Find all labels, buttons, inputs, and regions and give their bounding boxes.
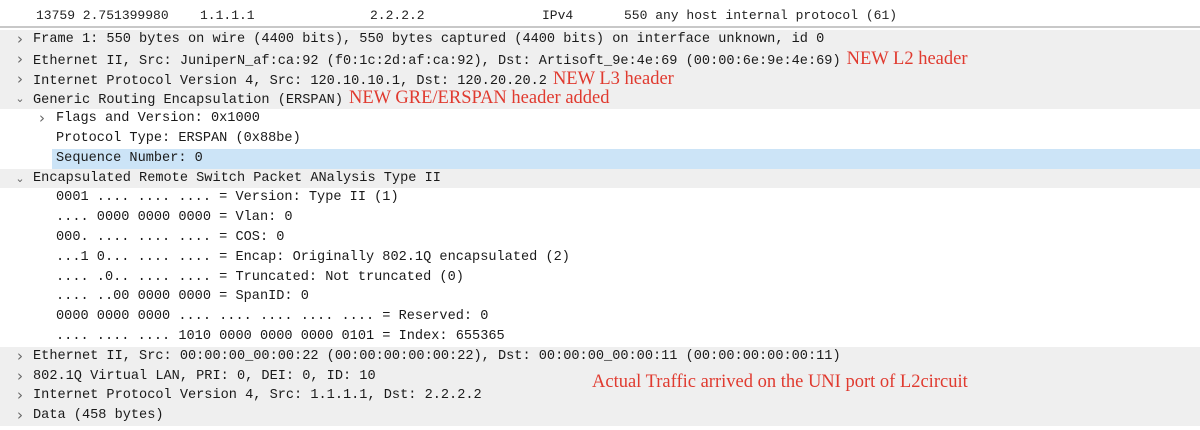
tree-item-label: 0001 .... .... .... = Version: Type II (… (56, 188, 399, 208)
annotation-note: NEW L3 header (552, 68, 674, 89)
tree-item-label: Frame 1: 550 bytes on wire (4400 bits), … (33, 30, 824, 50)
chevron-right-icon[interactable]: › (14, 50, 26, 70)
chevron-right-icon[interactable]: › (14, 406, 26, 426)
tree-item-text: Protocol Type: ERSPAN (0x88be) (56, 130, 301, 146)
chevron-down-icon[interactable]: ⌄ (14, 169, 26, 189)
tree-item-text: Frame 1: 550 bytes on wire (4400 bits), … (33, 32, 825, 47)
tree-item[interactable]: Protocol Type: ERSPAN (0x88be) (0, 128, 1200, 149)
tree-item[interactable]: › Frame 1: 550 bytes on wire (4400 bits),… (0, 30, 1200, 50)
tree-item-text: 0001 .... .... .... = Version: Type II (… (56, 190, 399, 206)
tree-item-label: Protocol Type: ERSPAN (0x88be) (56, 129, 301, 149)
tree-item-text: Internet Protocol Version 4, Src: 120.10… (33, 73, 547, 89)
tree-item[interactable]: › Ethernet II, Src: JuniperN_af:ca:92 (f0… (0, 48, 1200, 72)
packet-destination: 2.2.2.2 (370, 8, 425, 23)
tree-item[interactable]: › Ethernet II, Src: 00:00:00_00:00:22 (00… (0, 346, 1200, 367)
tree-item-label: ...1 0... .... .... = Encap: Originally … (56, 248, 570, 268)
tree-item-text: Generic Routing Encapsulation (ERSPAN) (33, 93, 343, 109)
tree-item-label: Ethernet II, Src: JuniperN_af:ca:92 (f0:… (33, 48, 968, 72)
tree-item[interactable]: .... ..00 0000 0000 = SpanID: 0 (0, 287, 1200, 308)
chevron-right-icon[interactable]: › (36, 109, 48, 129)
tree-item-text: Ethernet II, Src: 00:00:00_00:00:22 (00:… (33, 348, 841, 364)
tree-item-label: 0000 0000 0000 .... .... .... .... .... … (56, 307, 488, 327)
tree-item-text: .... .0.. .... .... = Truncated: Not tru… (56, 269, 464, 285)
tree-item-label: Flags and Version: 0x1000 (56, 109, 260, 129)
tree-item-text: 0000 0000 0000 .... .... .... .... .... … (56, 309, 489, 325)
tree-item[interactable]: 0001 .... .... .... = Version: Type II (… (0, 188, 1200, 209)
tree-item-text: .... 0000 0000 0000 = Vlan: 0 (56, 210, 293, 226)
packet-details-tree[interactable]: › Frame 1: 550 bytes on wire (4400 bits),… (0, 30, 1200, 426)
tree-item[interactable]: › Data (458 bytes) (0, 406, 1200, 426)
tree-item-label: Sequence Number: 0 (56, 149, 203, 169)
tree-item[interactable]: ⌄ Encapsulated Remote Switch Packet ANaly… (0, 168, 1200, 189)
tree-item-label: 802.1Q Virtual LAN, PRI: 0, DEI: 0, ID: … (33, 367, 376, 387)
tree-item-text: Encapsulated Remote Switch Packet ANalys… (33, 170, 441, 186)
tree-item[interactable]: 0000 0000 0000 .... .... .... .... .... … (0, 307, 1200, 327)
chevron-down-icon[interactable]: ⌄ (14, 89, 26, 109)
tree-item[interactable]: .... .0.. .... .... = Truncated: Not tru… (0, 267, 1200, 288)
chevron-right-icon[interactable]: › (14, 70, 26, 90)
chevron-right-icon[interactable]: › (14, 30, 26, 50)
packet-protocol: IPv4 (542, 8, 574, 23)
tree-item-label: .... 0000 0000 0000 = Vlan: 0 (56, 208, 293, 228)
tree-item-text: .... .... .... 1010 0000 0000 0000 0101 … (56, 328, 505, 344)
tree-item-label: Data (458 bytes) (33, 406, 164, 426)
tree-item-label: Internet Protocol Version 4, Src: 1.1.1.… (33, 386, 482, 406)
tree-item-text: Sequence Number: 0 (56, 150, 203, 166)
tree-item-text: ...1 0... .... .... = Encap: Originally … (56, 249, 570, 265)
tree-item[interactable]: 000. .... .... .... = COS: 0 (0, 227, 1200, 248)
chevron-right-icon[interactable]: › (14, 386, 26, 406)
tree-item-label: .... .... .... 1010 0000 0000 0000 0101 … (56, 327, 505, 347)
tree-item[interactable]: › Flags and Version: 0x1000 (0, 109, 1200, 129)
tree-item-text: .... ..00 0000 0000 = SpanID: 0 (56, 289, 309, 305)
tree-item-text: Internet Protocol Version 4, Src: 1.1.1.… (33, 388, 482, 404)
tree-item[interactable]: .... .... .... 1010 0000 0000 0000 0101 … (0, 326, 1200, 347)
chevron-right-icon[interactable]: › (14, 367, 26, 387)
packet-list-row[interactable]: 13759 2.751399980 1.1.1.1 2.2.2.2 IPv4 5… (0, 0, 1200, 28)
tree-item-label: .... .0.. .... .... = Truncated: Not tru… (56, 268, 464, 288)
packet-source: 1.1.1.1 (200, 8, 255, 23)
selection-highlight (52, 148, 1200, 169)
tree-item-label: Ethernet II, Src: 00:00:00_00:00:22 (00:… (33, 347, 841, 367)
tree-item-label: Encapsulated Remote Switch Packet ANalys… (33, 169, 441, 189)
tree-item-text: 802.1Q Virtual LAN, PRI: 0, DEI: 0, ID: … (33, 368, 376, 384)
annotation-note: NEW GRE/ERSPAN header added (349, 88, 610, 109)
tree-item-label: 000. .... .... .... = COS: 0 (56, 228, 284, 248)
annotation-actual-traffic: Actual Traffic arrived on the UNI port o… (592, 372, 968, 392)
tree-item-text: Data (458 bytes) (33, 408, 164, 424)
tree-item-text: Flags and Version: 0x1000 (56, 111, 260, 127)
tree-item[interactable]: › Internet Protocol Version 4, Src: 120.1… (0, 68, 1200, 90)
annotation-note: NEW L2 header (846, 48, 968, 69)
tree-item-label: .... ..00 0000 0000 = SpanID: 0 (56, 287, 309, 307)
tree-item[interactable]: ⌄ Generic Routing Encapsulation (ERSPAN) N… (0, 88, 1200, 111)
tree-item-label: Generic Routing Encapsulation (ERSPAN) NE… (33, 88, 610, 111)
tree-item[interactable]: .... 0000 0000 0000 = Vlan: 0 (0, 208, 1200, 228)
tree-item-text: Ethernet II, Src: JuniperN_af:ca:92 (f0:… (33, 53, 841, 69)
tree-item[interactable]: Sequence Number: 0 (0, 148, 1200, 169)
packet-info: 550 any host internal protocol (61) (624, 8, 898, 23)
packet-no-time: 13759 2.751399980 (36, 8, 169, 23)
chevron-right-icon[interactable]: › (14, 347, 26, 367)
tree-item[interactable]: ...1 0... .... .... = Encap: Originally … (0, 247, 1200, 268)
tree-item-text: 000. .... .... .... = COS: 0 (56, 229, 285, 245)
